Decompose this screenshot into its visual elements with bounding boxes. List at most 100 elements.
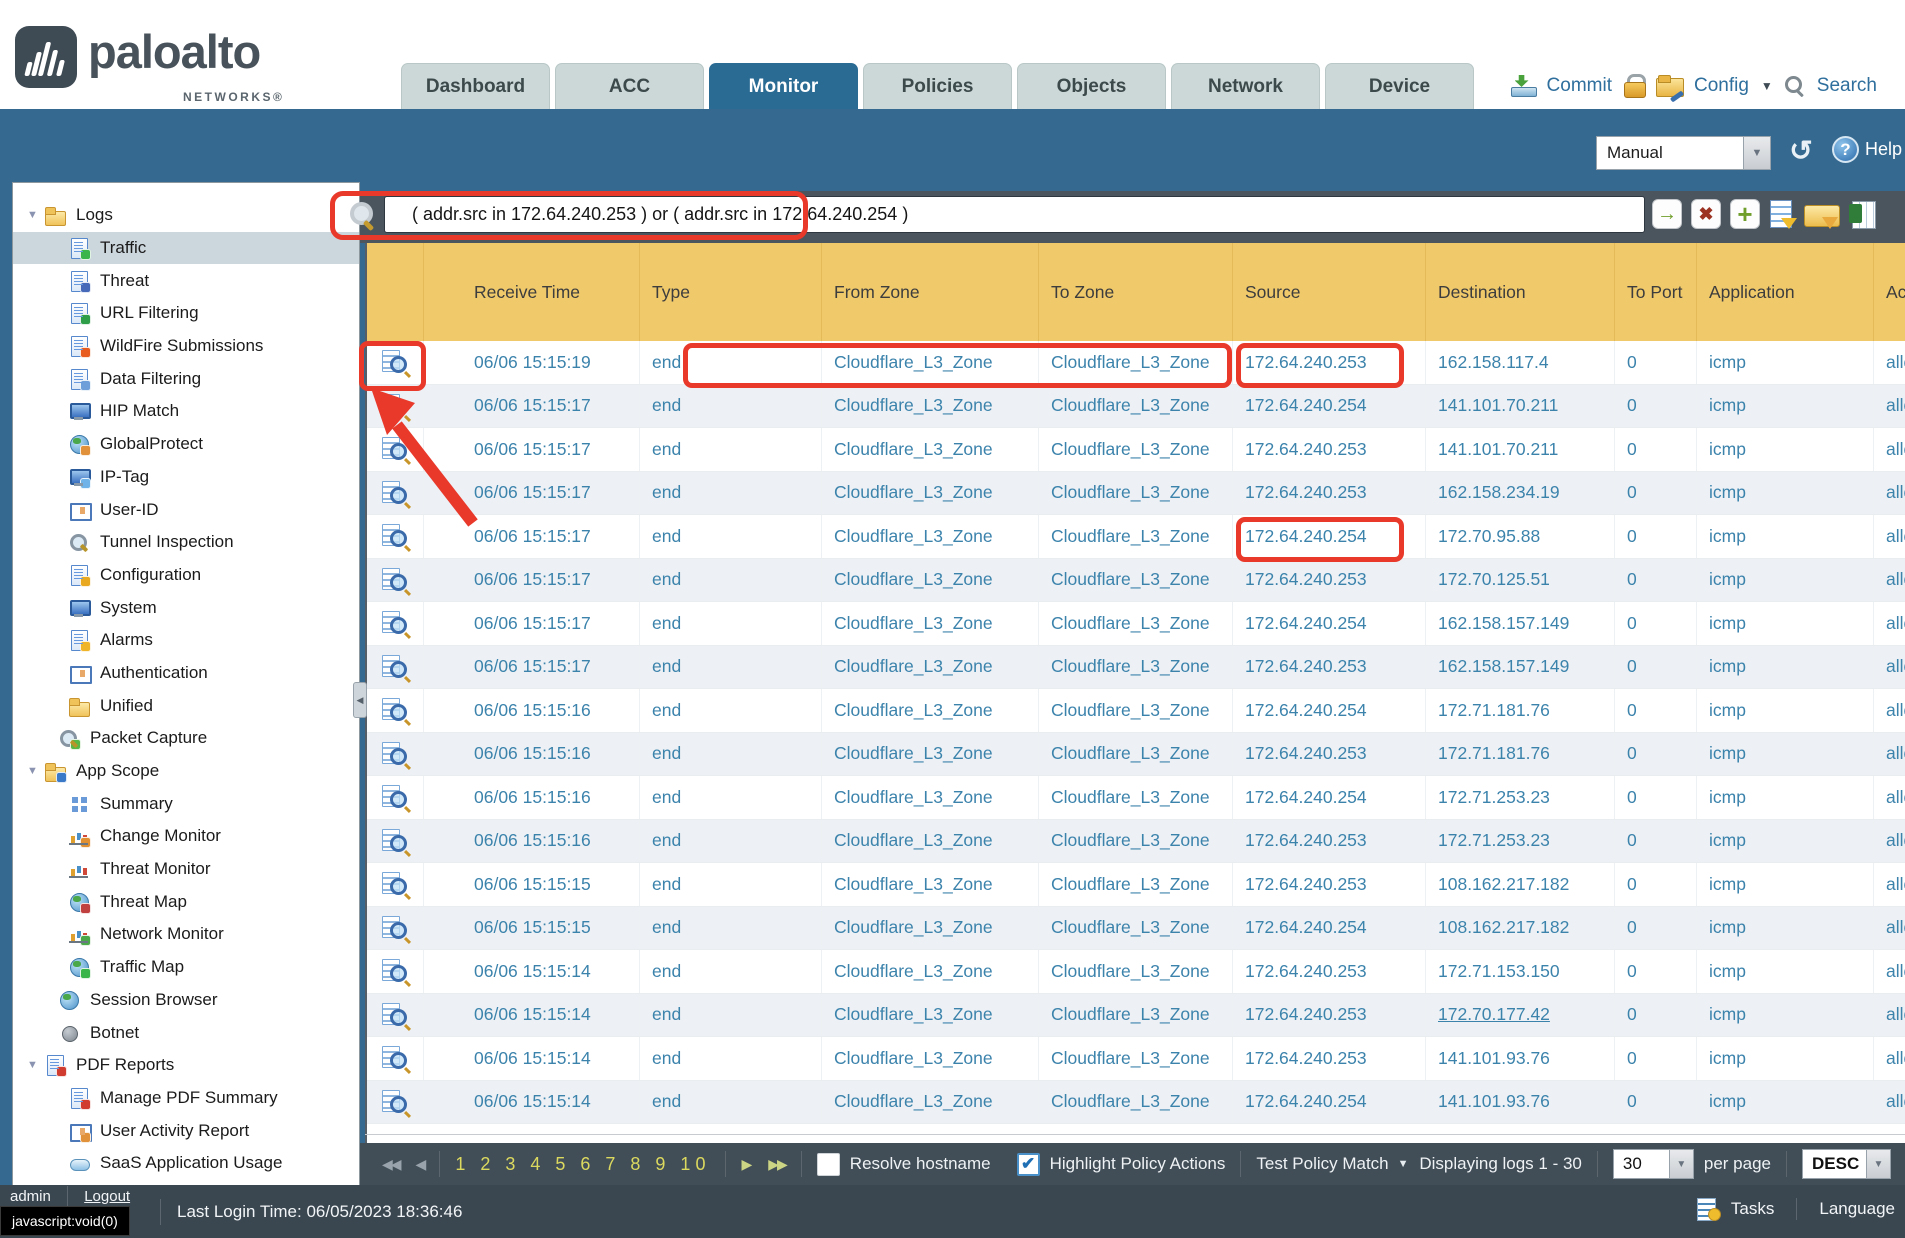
- lock-icon[interactable]: [1624, 74, 1644, 98]
- sidebar-item-network-monitor[interactable]: Network Monitor: [13, 918, 359, 951]
- cell-destination[interactable]: 108.162.217.182: [1426, 907, 1615, 950]
- cell-from-zone[interactable]: Cloudflare_L3_Zone: [822, 907, 1039, 950]
- cell-type[interactable]: end: [640, 689, 822, 732]
- sidebar-item-pdf-reports[interactable]: ▼PDF Reports: [13, 1049, 359, 1082]
- cell-application[interactable]: icmp: [1697, 385, 1874, 428]
- cell-to-zone[interactable]: Cloudflare_L3_Zone: [1039, 689, 1233, 732]
- tab-policies[interactable]: Policies: [863, 63, 1012, 109]
- cell-destination[interactable]: 172.71.153.150: [1426, 950, 1615, 993]
- cell-to-port[interactable]: 0: [1615, 907, 1697, 950]
- first-page-icon[interactable]: ◀◀: [382, 1156, 400, 1173]
- cell-source[interactable]: 172.64.240.253: [1233, 559, 1426, 602]
- sidebar-item-botnet[interactable]: Botnet: [13, 1016, 359, 1049]
- cell-action[interactable]: allow: [1874, 994, 1905, 1037]
- cell-action[interactable]: allow: [1874, 689, 1905, 732]
- tab-objects[interactable]: Objects: [1017, 63, 1166, 109]
- cell-to-zone[interactable]: Cloudflare_L3_Zone: [1039, 863, 1233, 906]
- cell-type[interactable]: end: [640, 907, 822, 950]
- cell-action[interactable]: allow: [1874, 950, 1905, 993]
- cell-receive-time[interactable]: 06/06 15:15:15: [424, 907, 640, 950]
- search-button[interactable]: Search: [1817, 75, 1877, 97]
- log-detail-icon[interactable]: [382, 742, 408, 766]
- cell-type[interactable]: end: [640, 385, 822, 428]
- cell-receive-time[interactable]: 06/06 15:15:14: [424, 950, 640, 993]
- cell-source[interactable]: 172.64.240.253: [1233, 646, 1426, 689]
- sidebar-item-user-id[interactable]: User-ID: [13, 493, 359, 526]
- column-header-receive-time[interactable]: Receive Time: [424, 243, 640, 341]
- sidebar-item-threat-monitor[interactable]: Threat Monitor: [13, 853, 359, 886]
- sidebar-item-authentication[interactable]: Authentication: [13, 657, 359, 690]
- cell-action[interactable]: allow: [1874, 820, 1905, 863]
- cell-type[interactable]: end: [640, 863, 822, 906]
- cell-application[interactable]: icmp: [1697, 1037, 1874, 1080]
- cell-destination[interactable]: 172.71.181.76: [1426, 733, 1615, 776]
- resolve-hostname-checkbox[interactable]: [817, 1153, 840, 1176]
- log-detail-icon[interactable]: [382, 829, 408, 853]
- sidebar-item-tunnel-inspection[interactable]: Tunnel Inspection: [13, 526, 359, 559]
- sidebar-item-globalprotect[interactable]: GlobalProtect: [13, 428, 359, 461]
- sidebar-item-traffic[interactable]: Traffic: [13, 232, 359, 265]
- tab-monitor[interactable]: Monitor: [709, 63, 858, 109]
- cell-application[interactable]: icmp: [1697, 472, 1874, 515]
- cell-application[interactable]: icmp: [1697, 950, 1874, 993]
- cell-to-zone[interactable]: Cloudflare_L3_Zone: [1039, 385, 1233, 428]
- cell-receive-time[interactable]: 06/06 15:15:14: [424, 1081, 640, 1124]
- cell-application[interactable]: icmp: [1697, 776, 1874, 819]
- refresh-icon[interactable]: ↻: [1784, 134, 1818, 168]
- cell-from-zone[interactable]: Cloudflare_L3_Zone: [822, 515, 1039, 558]
- cell-action[interactable]: allow: [1874, 733, 1905, 776]
- sidebar-item-change-monitor[interactable]: Change Monitor: [13, 820, 359, 853]
- sidebar-item-ip-tag[interactable]: IP-Tag: [13, 461, 359, 494]
- cell-action[interactable]: allow: [1874, 559, 1905, 602]
- cell-to-zone[interactable]: Cloudflare_L3_Zone: [1039, 820, 1233, 863]
- cell-to-port[interactable]: 0: [1615, 341, 1697, 384]
- apply-filter-button[interactable]: →: [1652, 199, 1682, 229]
- log-row[interactable]: 06/06 15:15:17endCloudflare_L3_ZoneCloud…: [367, 515, 1905, 559]
- cell-to-zone[interactable]: Cloudflare_L3_Zone: [1039, 515, 1233, 558]
- commit-button[interactable]: Commit: [1547, 75, 1612, 97]
- sidebar-item-traffic-map[interactable]: Traffic Map: [13, 951, 359, 984]
- cell-to-port[interactable]: 0: [1615, 1037, 1697, 1080]
- sidebar-item-manage-pdf-summary[interactable]: Manage PDF Summary: [13, 1082, 359, 1115]
- cell-type[interactable]: end: [640, 646, 822, 689]
- next-page-icon[interactable]: ▶: [741, 1156, 750, 1173]
- cell-to-port[interactable]: 0: [1615, 820, 1697, 863]
- cell-receive-time[interactable]: 06/06 15:15:17: [424, 428, 640, 471]
- sidebar-item-system[interactable]: System: [13, 591, 359, 624]
- cell-receive-time[interactable]: 06/06 15:15:17: [424, 515, 640, 558]
- cell-to-zone[interactable]: Cloudflare_L3_Zone: [1039, 907, 1233, 950]
- log-detail-icon[interactable]: [382, 872, 408, 896]
- cell-type[interactable]: end: [640, 515, 822, 558]
- per-page-select[interactable]: 30 ▼: [1613, 1149, 1694, 1179]
- log-detail-icon[interactable]: [382, 394, 408, 418]
- tab-device[interactable]: Device: [1325, 63, 1474, 109]
- cell-to-zone[interactable]: Cloudflare_L3_Zone: [1039, 472, 1233, 515]
- expander-icon[interactable]: ▼: [27, 765, 45, 777]
- cell-to-zone[interactable]: Cloudflare_L3_Zone: [1039, 341, 1233, 384]
- log-row[interactable]: 06/06 15:15:17endCloudflare_L3_ZoneCloud…: [367, 428, 1905, 472]
- add-filter-button[interactable]: +: [1730, 199, 1760, 229]
- refresh-mode-select[interactable]: Manual ▼: [1596, 136, 1771, 170]
- cell-to-zone[interactable]: Cloudflare_L3_Zone: [1039, 559, 1233, 602]
- cell-to-port[interactable]: 0: [1615, 472, 1697, 515]
- cell-to-zone[interactable]: Cloudflare_L3_Zone: [1039, 776, 1233, 819]
- cell-destination[interactable]: 141.101.93.76: [1426, 1081, 1615, 1124]
- log-row[interactable]: 06/06 15:15:17endCloudflare_L3_ZoneCloud…: [367, 385, 1905, 429]
- cell-destination[interactable]: 172.70.95.88: [1426, 515, 1615, 558]
- cell-to-zone[interactable]: Cloudflare_L3_Zone: [1039, 994, 1233, 1037]
- cell-source[interactable]: 172.64.240.254: [1233, 515, 1426, 558]
- cell-receive-time[interactable]: 06/06 15:15:19: [424, 341, 640, 384]
- cell-to-zone[interactable]: Cloudflare_L3_Zone: [1039, 428, 1233, 471]
- sidebar-item-threat-map[interactable]: Threat Map: [13, 885, 359, 918]
- column-header-action[interactable]: Action: [1874, 243, 1905, 341]
- cell-application[interactable]: icmp: [1697, 602, 1874, 645]
- column-header-to-zone[interactable]: To Zone: [1039, 243, 1233, 341]
- cell-from-zone[interactable]: Cloudflare_L3_Zone: [822, 428, 1039, 471]
- column-header-source[interactable]: Source: [1233, 243, 1426, 341]
- log-row[interactable]: 06/06 15:15:17endCloudflare_L3_ZoneCloud…: [367, 602, 1905, 646]
- cell-application[interactable]: icmp: [1697, 820, 1874, 863]
- column-header-to-port[interactable]: To Port: [1615, 243, 1697, 341]
- cell-destination[interactable]: 162.158.157.149: [1426, 602, 1615, 645]
- sidebar-item-threat[interactable]: Threat: [13, 264, 359, 297]
- cell-receive-time[interactable]: 06/06 15:15:17: [424, 472, 640, 515]
